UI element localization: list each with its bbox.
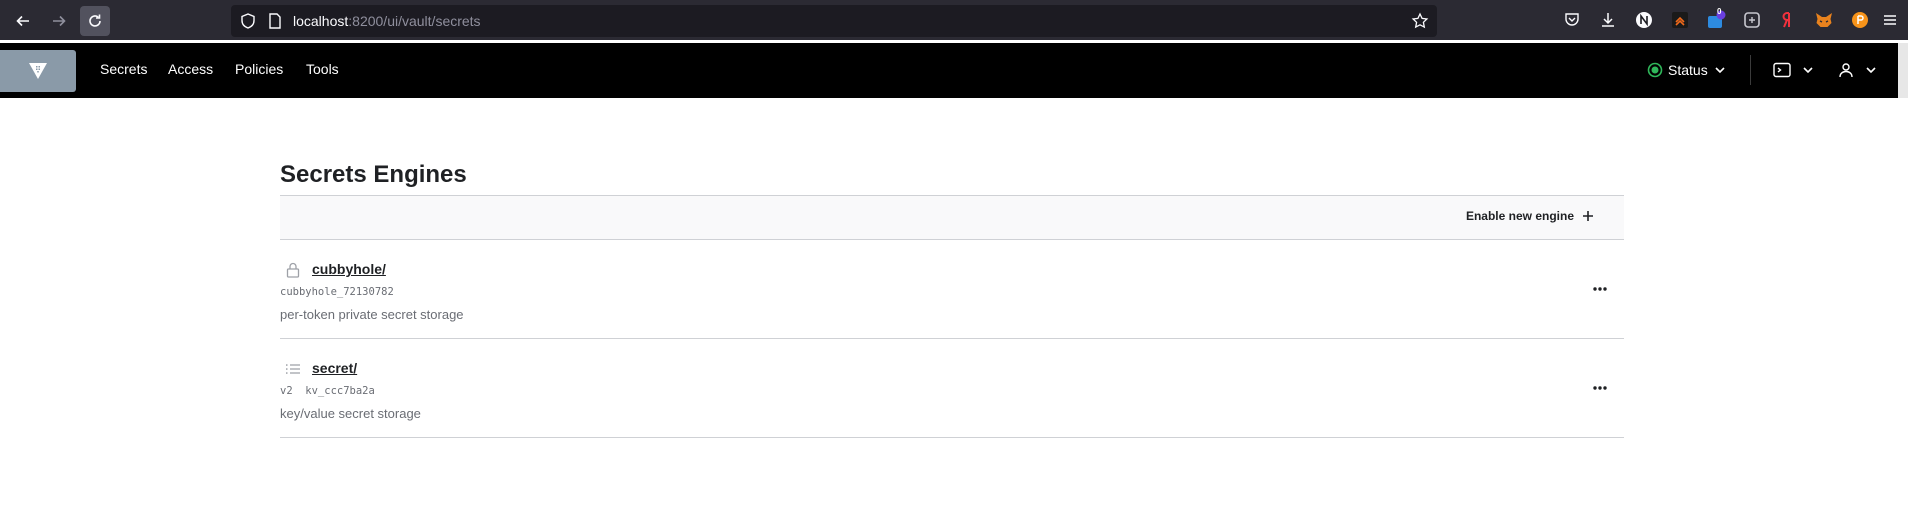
page-icon[interactable] [267, 12, 283, 35]
engine-row-secret: secret/ v2 kv_ccc7ba2a key/value secret … [280, 340, 1624, 438]
back-button[interactable] [8, 6, 38, 36]
url-text[interactable]: localhost:8200/ui/vault/secrets [293, 13, 481, 29]
more-options-button[interactable] [1588, 378, 1612, 398]
url-path: :8200/ui/vault/secrets [348, 13, 481, 29]
engine-link-secret[interactable]: secret/ [312, 360, 357, 376]
nav-link-secrets[interactable]: Secrets [100, 61, 147, 77]
nav-link-policies[interactable]: Policies [235, 61, 283, 77]
yandex-extension-icon[interactable] [1778, 10, 1798, 30]
browser-toolbar: localhost:8200/ui/vault/secrets 0 [0, 0, 1908, 40]
sync-extension-icon[interactable] [1742, 10, 1762, 30]
secrets-toolbar: Enable new engine [280, 195, 1624, 240]
download-icon[interactable] [1598, 10, 1618, 30]
engine-link-cubbyhole[interactable]: cubbyhole/ [312, 261, 386, 277]
engine-accessor: v2 kv_ccc7ba2a [280, 385, 375, 397]
vault-logo-button[interactable] [0, 50, 76, 92]
terminal-icon [1773, 62, 1791, 78]
forward-button[interactable] [44, 6, 74, 36]
notion-extension-icon[interactable] [1634, 10, 1654, 30]
reload-icon [89, 14, 101, 27]
page-title: Secrets Engines [280, 161, 467, 188]
chevron-down-icon [1803, 67, 1813, 74]
nav-divider [1750, 55, 1751, 85]
chevron-down-icon [1715, 67, 1725, 74]
user-icon [1839, 63, 1853, 78]
more-options-button[interactable] [1588, 279, 1612, 299]
coin-extension-icon[interactable] [1850, 10, 1870, 30]
url-bar[interactable]: localhost:8200/ui/vault/secrets [231, 5, 1437, 37]
nav-link-access[interactable]: Access [168, 61, 213, 77]
plus-icon [1583, 211, 1593, 221]
url-host: localhost [293, 13, 349, 29]
reload-button[interactable] [80, 6, 110, 36]
engine-description: per-token private secret storage [280, 307, 464, 322]
arrow-right-icon [53, 15, 66, 27]
badge-extension-icon[interactable]: 0 [1706, 7, 1726, 30]
arrow-left-icon [16, 15, 29, 27]
vault-navbar: Secrets Access Policies Tools Status [0, 43, 1908, 98]
ellipsis-icon [1593, 386, 1607, 390]
chevrons-up-extension-icon[interactable] [1670, 10, 1690, 30]
enable-new-engine-button[interactable]: Enable new engine [1466, 209, 1594, 223]
pocket-icon[interactable] [1562, 10, 1582, 30]
engine-accessor: cubbyhole_72130782 [280, 286, 394, 298]
enable-new-engine-label: Enable new engine [1465, 209, 1574, 223]
status-label: Status [1668, 62, 1708, 78]
nav-link-tools[interactable]: Tools [306, 61, 339, 77]
user-menu-dropdown[interactable] [1838, 57, 1878, 83]
bookmark-star-icon[interactable] [1411, 12, 1429, 35]
engine-description: key/value secret storage [280, 406, 421, 421]
status-dropdown[interactable]: Status [1647, 57, 1727, 83]
hamburger-menu-icon[interactable] [1880, 10, 1900, 30]
console-dropdown[interactable] [1773, 57, 1815, 83]
ellipsis-icon [1593, 287, 1607, 291]
lock-icon [285, 262, 301, 278]
extension-badge-count: 0 [1717, 7, 1722, 16]
vault-logo-icon [29, 63, 47, 79]
status-ok-icon [1647, 62, 1663, 78]
list-icon [285, 361, 301, 377]
metamask-fox-icon[interactable] [1814, 10, 1834, 30]
engine-row-cubbyhole: cubbyhole/ cubbyhole_72130782 per-token … [280, 241, 1624, 339]
shield-icon[interactable] [239, 12, 257, 35]
chevron-down-icon [1866, 67, 1876, 74]
